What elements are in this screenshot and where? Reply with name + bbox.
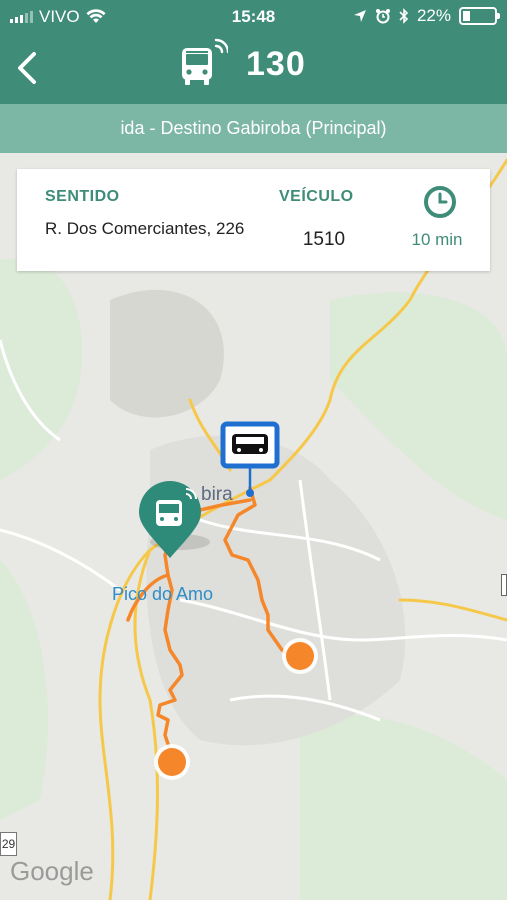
- eta-text: 10 min: [411, 230, 463, 249]
- alarm-icon: [375, 9, 390, 24]
- route-endpoint-marker[interactable]: [282, 638, 318, 674]
- veiculo-label: VEÍCULO: [279, 188, 354, 205]
- vehicle-number: 1510: [302, 229, 346, 250]
- sentido-label: SENTIDO: [45, 188, 120, 205]
- direction-banner[interactable]: ida - Destino Gabiroba (Principal): [0, 104, 507, 153]
- battery-percent: 22%: [416, 6, 451, 25]
- bluetooth-icon: [399, 8, 409, 24]
- status-right: 22%: [353, 6, 500, 26]
- route-endpoint-marker[interactable]: [154, 744, 190, 780]
- google-attribution[interactable]: Google: [10, 856, 94, 887]
- map-edge-marker: [501, 574, 507, 596]
- direction-text: ida - Destino Gabiroba (Principal): [120, 118, 387, 138]
- nav-bar: 130: [0, 34, 507, 104]
- place-label-secondary: bira: [201, 484, 233, 505]
- battery-level: [463, 11, 470, 21]
- address-text: R. Dos Comerciantes, 226: [45, 219, 245, 238]
- route-number: 130: [246, 44, 306, 83]
- battery-icon: [459, 7, 500, 25]
- road-shield: 29: [0, 832, 17, 856]
- chevron-left-icon: [18, 52, 36, 84]
- back-button[interactable]: [8, 46, 52, 90]
- clock-icon: [424, 186, 456, 218]
- bus-wifi-icon: [182, 38, 228, 85]
- place-label: Pico do Amo: [112, 584, 214, 604]
- trip-info-card: SENTIDO VEÍCULO R. Dos Comerciantes, 226…: [17, 169, 490, 271]
- route-title: 130: [178, 38, 306, 90]
- status-bar: VIVO 15:48 22%: [0, 0, 507, 34]
- location-arrow-icon: [353, 10, 366, 22]
